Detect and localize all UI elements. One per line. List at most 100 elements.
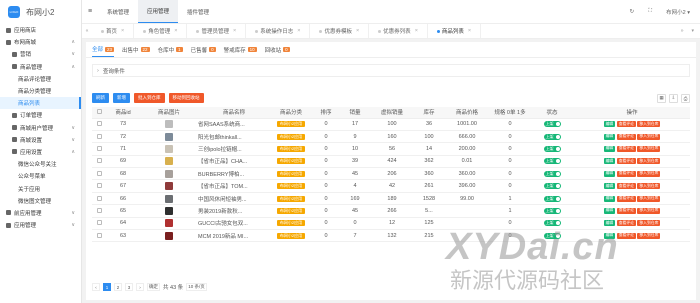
row-checkbox[interactable] <box>96 195 102 201</box>
row-checkbox[interactable] <box>96 207 102 213</box>
status-toggle[interactable]: 上架 <box>543 133 561 140</box>
sidebar-item[interactable]: 商品分类管理 <box>0 85 81 97</box>
user-menu[interactable]: 布网小2 ▾ <box>666 8 690 16</box>
status-toggle[interactable]: 上架 <box>543 183 561 190</box>
fullscreen-icon[interactable]: ⛶ <box>648 8 652 15</box>
close-icon[interactable]: × <box>121 28 124 34</box>
sidebar-item[interactable]: 前应用管理 ∨ <box>0 207 81 219</box>
status-toggle[interactable]: 上架 <box>543 195 561 202</box>
move-to-warehouse-row-button[interactable]: 移入到仓库 <box>637 183 661 190</box>
product-thumbnail[interactable] <box>165 120 173 129</box>
print-icon[interactable]: ⎙ <box>681 93 690 103</box>
sidebar-item[interactable]: 微信图文管理 <box>0 195 81 207</box>
row-checkbox[interactable] <box>96 232 102 238</box>
move-to-warehouse-button[interactable]: 批入到仓库 <box>134 93 165 103</box>
checkbox[interactable] <box>96 109 102 115</box>
tabs-dropdown-icon[interactable]: ▾ <box>691 28 694 34</box>
page-number[interactable]: 1 <box>103 283 111 291</box>
top-nav-item[interactable]: 插件管理 <box>178 0 218 23</box>
page-number[interactable]: 2 <box>114 283 122 291</box>
view-comments-button[interactable]: 查看评论 <box>616 195 636 202</box>
table-row[interactable]: 73 省网SAAS系统商... 布网小2应用 0 17 100 36 1001.00 0 上架 编辑… <box>92 118 690 131</box>
sidebar-item[interactable]: 微信公众号关注 <box>0 158 81 170</box>
status-tab[interactable]: 回收站 0 <box>265 42 290 57</box>
view-comments-button[interactable]: 查看评论 <box>616 133 636 140</box>
open-tab[interactable]: 首页 × <box>92 24 135 38</box>
column-header[interactable]: 商品名称 <box>198 107 270 119</box>
view-comments-button[interactable]: 查看评论 <box>616 232 636 239</box>
row-checkbox[interactable] <box>96 170 102 176</box>
status-tab[interactable]: 全部 23 <box>92 42 115 57</box>
view-comments-button[interactable]: 查看评论 <box>616 121 636 128</box>
status-tab[interactable]: 仓库中 1 <box>158 42 183 57</box>
sidebar-item[interactable]: 营销 ∨ <box>0 48 81 60</box>
tabs-next-icon[interactable]: » <box>681 28 684 34</box>
sidebar-item[interactable]: 商品列表 <box>0 97 81 110</box>
column-header[interactable]: 排序 <box>312 107 340 119</box>
column-header[interactable]: 商品id <box>106 107 140 119</box>
row-checkbox[interactable] <box>96 183 102 189</box>
status-toggle[interactable]: 上架 <box>543 232 561 239</box>
refresh-button[interactable]: 刷新 <box>92 93 109 103</box>
table-row[interactable]: 69 【省市正品】CHA... 布网小2应用 0 39 424 362 0.01 0 上架 编辑 查看… <box>92 155 690 169</box>
move-to-warehouse-row-button[interactable]: 移入到仓库 <box>637 207 661 214</box>
edit-button[interactable]: 编辑 <box>603 170 616 177</box>
move-to-recycle-button[interactable]: 移动到回收站 <box>168 93 204 103</box>
query-conditions[interactable]: › 查询条件 <box>92 64 690 77</box>
page-number[interactable]: 3 <box>125 283 133 291</box>
move-to-warehouse-row-button[interactable]: 移入到仓库 <box>637 121 661 128</box>
product-thumbnail[interactable] <box>165 206 173 215</box>
edit-button[interactable]: 编辑 <box>603 220 616 227</box>
row-checkbox-cell[interactable] <box>92 155 106 169</box>
open-tab[interactable]: 商品列表 × <box>428 24 482 38</box>
sidebar-item[interactable]: 公众号菜单 <box>0 170 81 182</box>
move-to-warehouse-row-button[interactable]: 移入到仓库 <box>637 195 661 202</box>
sidebar-item[interactable]: 订单管理 <box>0 109 81 121</box>
edit-button[interactable]: 编辑 <box>603 158 616 165</box>
sidebar-item[interactable]: 应用设置 ∧ <box>0 146 81 158</box>
row-checkbox-cell[interactable] <box>92 130 106 144</box>
row-checkbox[interactable] <box>96 133 102 139</box>
table-row[interactable]: 72 阳光包邮thinkall... 布网小2应用 0 9 160 100 666.00 0 上架… <box>92 130 690 144</box>
status-toggle[interactable]: 上架 <box>543 170 561 177</box>
add-button[interactable]: 新增 <box>113 93 130 103</box>
row-checkbox-cell[interactable] <box>92 167 106 181</box>
view-comments-button[interactable]: 查看评论 <box>616 158 636 165</box>
edit-button[interactable]: 编辑 <box>603 145 616 152</box>
product-thumbnail[interactable] <box>165 157 173 166</box>
table-row[interactable]: 63 MCM 2019新品 MI... 布网小2应用 0 7 132 215 0 上架 编辑 查看评… <box>92 229 690 243</box>
sidebar-item[interactable]: 商城用户管理 ∨ <box>0 122 81 134</box>
edit-button[interactable]: 编辑 <box>603 121 616 128</box>
move-to-warehouse-row-button[interactable]: 移入到仓库 <box>637 170 661 177</box>
sidebar-item[interactable]: 商品管理 ∧ <box>0 61 81 73</box>
open-tab[interactable]: 管理员管理 × <box>187 24 247 38</box>
next-page-button[interactable]: › <box>136 283 144 291</box>
close-icon[interactable]: × <box>233 28 236 34</box>
product-thumbnail[interactable] <box>165 219 173 228</box>
top-nav-item[interactable]: 应用管理 <box>138 0 179 23</box>
close-icon[interactable]: × <box>356 28 359 34</box>
tabs-prev-icon[interactable]: « <box>82 28 92 34</box>
column-header[interactable]: 操作 <box>574 107 690 119</box>
refresh-icon[interactable]: ↻ <box>630 9 635 15</box>
product-thumbnail[interactable] <box>165 132 173 141</box>
move-to-warehouse-row-button[interactable]: 移入到仓库 <box>637 220 661 227</box>
row-checkbox-cell[interactable] <box>92 229 106 243</box>
open-tab[interactable]: 角色管理 × <box>134 24 188 38</box>
logo[interactable]: LOGO 布网小2 <box>0 0 81 24</box>
view-comments-button[interactable]: 查看评论 <box>616 145 636 152</box>
table-row[interactable]: 65 男装2019新款秋... 布网小2应用 0 45 266 5... 1 上架 编辑 查看评论移… <box>92 204 690 218</box>
open-tab[interactable]: 优惠券列表 × <box>369 24 428 38</box>
row-checkbox-cell[interactable] <box>92 179 106 193</box>
status-toggle[interactable]: 上架 <box>543 207 561 214</box>
status-toggle[interactable]: 上架 <box>543 121 561 128</box>
view-comments-button[interactable]: 查看评论 <box>616 183 636 190</box>
row-checkbox[interactable] <box>96 146 102 152</box>
row-checkbox-cell[interactable] <box>92 142 106 156</box>
row-checkbox[interactable] <box>96 158 102 164</box>
status-tab[interactable]: 已售馨 0 <box>191 42 216 57</box>
table-row[interactable]: 68 BURBERRY博柏... 布网小2应用 0 45 206 360 360.00 0 上架编… <box>92 167 690 181</box>
goto-confirm-button[interactable]: 确定 <box>147 283 160 291</box>
export-icon[interactable]: ⇩ <box>669 93 678 103</box>
select-all-checkbox[interactable] <box>92 107 106 119</box>
